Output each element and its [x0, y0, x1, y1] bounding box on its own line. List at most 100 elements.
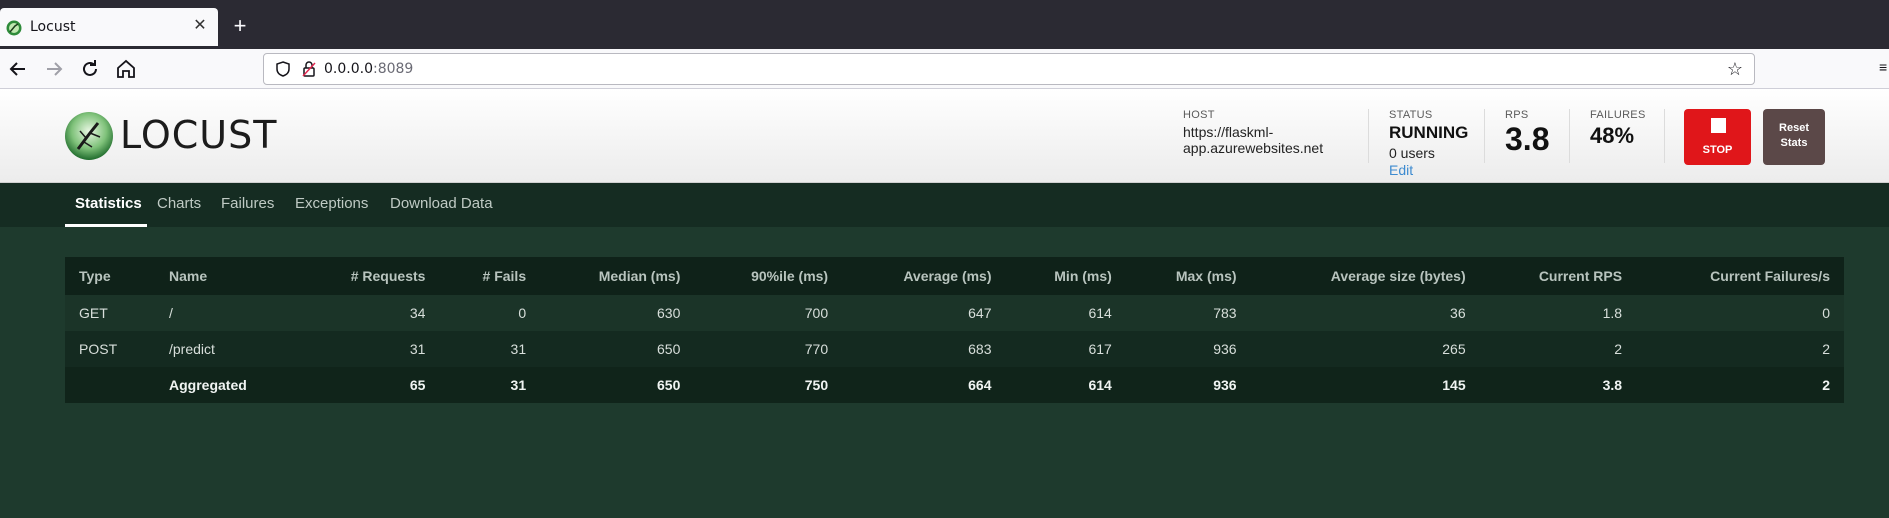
rps-label: RPS	[1505, 109, 1529, 121]
column-header-min[interactable]: Min (ms)	[1005, 257, 1126, 295]
cell-type: GET	[65, 295, 155, 331]
cell-max: 936	[1125, 331, 1251, 367]
forward-arrow-icon[interactable]	[42, 57, 66, 81]
reset-label-line1: Reset	[1779, 122, 1809, 134]
browser-navigation-bar: 0.0.0.0:8089 ☆ ≡	[0, 49, 1889, 89]
column-header-average[interactable]: Average (ms)	[842, 257, 1006, 295]
tab-statistics[interactable]: Statistics	[75, 195, 142, 212]
cell-90pct: 770	[694, 331, 843, 367]
cell-max: 783	[1125, 295, 1251, 331]
cell-requests: 34	[295, 295, 440, 331]
cell-type	[65, 367, 155, 403]
browser-tab-locust[interactable]: Locust ✕	[0, 8, 218, 46]
host-label: HOST	[1183, 109, 1215, 121]
cell-average: 683	[842, 331, 1006, 367]
column-header-fails[interactable]: # Fails	[439, 257, 541, 295]
home-icon[interactable]	[114, 57, 138, 81]
cell-requests: 31	[295, 331, 440, 367]
url-text: 0.0.0.0:8089	[324, 61, 413, 77]
cell-type: POST	[65, 331, 155, 367]
column-header-type[interactable]: Type	[65, 257, 155, 295]
url-bar[interactable]: 0.0.0.0:8089 ☆	[263, 53, 1755, 85]
tab-title: Locust	[30, 19, 76, 35]
cell-fails: 31	[439, 331, 541, 367]
tab-download-data[interactable]: Download Data	[390, 195, 493, 212]
column-header-median[interactable]: Median (ms)	[540, 257, 695, 295]
cell-name: Aggregated	[155, 367, 295, 403]
cell-min: 617	[1005, 331, 1126, 367]
host-value: https://flaskml-app.azurewebsites.net	[1183, 124, 1324, 156]
cell-current-failures: 2	[1636, 367, 1844, 403]
insecure-lock-icon[interactable]	[300, 60, 318, 78]
cell-average: 664	[842, 367, 1006, 403]
table-header-row: Type Name # Requests # Fails Median (ms)…	[65, 257, 1844, 295]
reload-icon[interactable]	[78, 57, 102, 81]
cell-current-rps: 3.8	[1479, 367, 1637, 403]
cell-avg-size: 265	[1250, 331, 1480, 367]
cell-median: 650	[540, 331, 695, 367]
cell-min: 614	[1005, 295, 1126, 331]
tab-failures[interactable]: Failures	[221, 195, 274, 212]
failures-block: FAILURES 48%	[1590, 109, 1646, 149]
divider	[1569, 109, 1570, 163]
cell-current-rps: 1.8	[1479, 295, 1637, 331]
column-header-max[interactable]: Max (ms)	[1125, 257, 1251, 295]
cell-current-rps: 2	[1479, 331, 1637, 367]
host-block: HOST https://flaskml-app.azurewebsites.n…	[1183, 109, 1333, 156]
column-header-current-failures[interactable]: Current Failures/s	[1636, 257, 1844, 295]
failures-label: FAILURES	[1590, 109, 1646, 121]
browser-tab-bar: Locust ✕ +	[0, 0, 1889, 49]
stop-label: STOP	[1702, 144, 1733, 156]
close-tab-icon[interactable]: ✕	[190, 16, 210, 36]
status-block: STATUS RUNNING 0 users Edit	[1389, 109, 1468, 178]
cell-average: 647	[842, 295, 1006, 331]
tab-charts[interactable]: Charts	[157, 195, 201, 212]
cell-min: 614	[1005, 367, 1126, 403]
reset-label-line2: Stats	[1780, 137, 1808, 149]
aggregated-row: Aggregated 65 31 650 750 664 614 936 145…	[65, 367, 1844, 403]
statistics-table: Type Name # Requests # Fails Median (ms)…	[65, 257, 1844, 403]
column-header-90pct[interactable]: 90%ile (ms)	[694, 257, 843, 295]
overflow-menu-icon[interactable]: ≡	[1879, 59, 1889, 79]
bookmark-star-icon[interactable]: ☆	[1724, 58, 1746, 80]
status-label: STATUS	[1389, 109, 1433, 121]
shield-icon[interactable]	[274, 60, 292, 78]
table-row: POST /predict 31 31 650 770 683 617 936 …	[65, 331, 1844, 367]
column-header-current-rps[interactable]: Current RPS	[1479, 257, 1637, 295]
stop-square-icon	[1711, 118, 1726, 133]
cell-avg-size: 145	[1250, 367, 1480, 403]
failures-value: 48%	[1590, 123, 1635, 148]
rps-value: 3.8	[1505, 121, 1550, 157]
cell-median: 630	[540, 295, 695, 331]
divider	[1484, 109, 1485, 163]
cell-requests: 65	[295, 367, 440, 403]
active-tab-underline	[65, 224, 147, 227]
status-users: 0 users	[1389, 145, 1435, 161]
locust-logo-text: LOCUST	[120, 113, 278, 157]
cell-90pct: 700	[694, 295, 843, 331]
edit-users-link[interactable]: Edit	[1389, 162, 1468, 178]
back-arrow-icon[interactable]	[6, 57, 30, 81]
new-tab-button[interactable]: +	[228, 14, 252, 38]
cell-90pct: 750	[694, 367, 843, 403]
cell-avg-size: 36	[1250, 295, 1480, 331]
reset-stats-button[interactable]: Reset Stats	[1763, 109, 1825, 165]
table-row: GET / 34 0 630 700 647 614 783 36 1.8 0	[65, 295, 1844, 331]
divider	[1664, 109, 1665, 163]
locust-logo-icon	[65, 112, 113, 160]
column-header-avg-size[interactable]: Average size (bytes)	[1250, 257, 1480, 295]
status-value: RUNNING	[1389, 123, 1469, 142]
column-header-name[interactable]: Name	[155, 257, 295, 295]
locust-header: LOCUST HOST https://flaskml-app.azureweb…	[0, 89, 1889, 183]
cell-fails: 31	[439, 367, 541, 403]
cell-current-failures: 2	[1636, 331, 1844, 367]
cell-name: /	[155, 295, 295, 331]
divider	[1368, 109, 1369, 163]
url-host: 0.0.0.0	[324, 61, 373, 77]
stop-button[interactable]: STOP	[1684, 109, 1751, 165]
tab-exceptions[interactable]: Exceptions	[295, 195, 368, 212]
column-header-requests[interactable]: # Requests	[295, 257, 440, 295]
cell-current-failures: 0	[1636, 295, 1844, 331]
cell-name: /predict	[155, 331, 295, 367]
cell-fails: 0	[439, 295, 541, 331]
